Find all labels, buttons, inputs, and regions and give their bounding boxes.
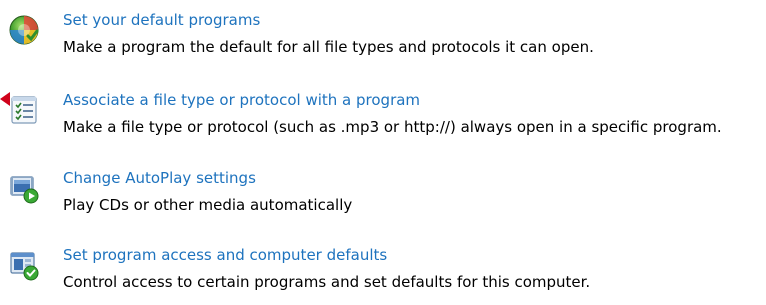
set-program-access-description: Control access to certain programs and s… — [63, 273, 591, 291]
task-item-file-association[interactable]: Associate a file type or protocol with a… — [0, 90, 766, 150]
task-item-default-programs[interactable]: Set your default programs Make a program… — [0, 10, 766, 70]
file-association-icon — [8, 94, 40, 126]
change-autoplay-link[interactable]: Change AutoPlay settings — [63, 168, 256, 188]
autoplay-icon — [8, 172, 40, 204]
program-access-icon — [8, 249, 40, 281]
default-programs-icon — [8, 14, 40, 46]
set-program-access-link[interactable]: Set program access and computer defaults — [63, 245, 387, 265]
associate-file-type-link[interactable]: Associate a file type or protocol with a… — [63, 90, 420, 110]
task-item-program-access[interactable]: Set program access and computer defaults… — [0, 245, 766, 305]
change-autoplay-description: Play CDs or other media automatically — [63, 196, 353, 214]
task-item-autoplay[interactable]: Change AutoPlay settings Play CDs or oth… — [0, 168, 766, 228]
associate-file-type-description: Make a file type or protocol (such as .m… — [63, 118, 722, 136]
set-default-programs-link[interactable]: Set your default programs — [63, 10, 260, 30]
set-default-programs-description: Make a program the default for all file … — [63, 38, 594, 56]
